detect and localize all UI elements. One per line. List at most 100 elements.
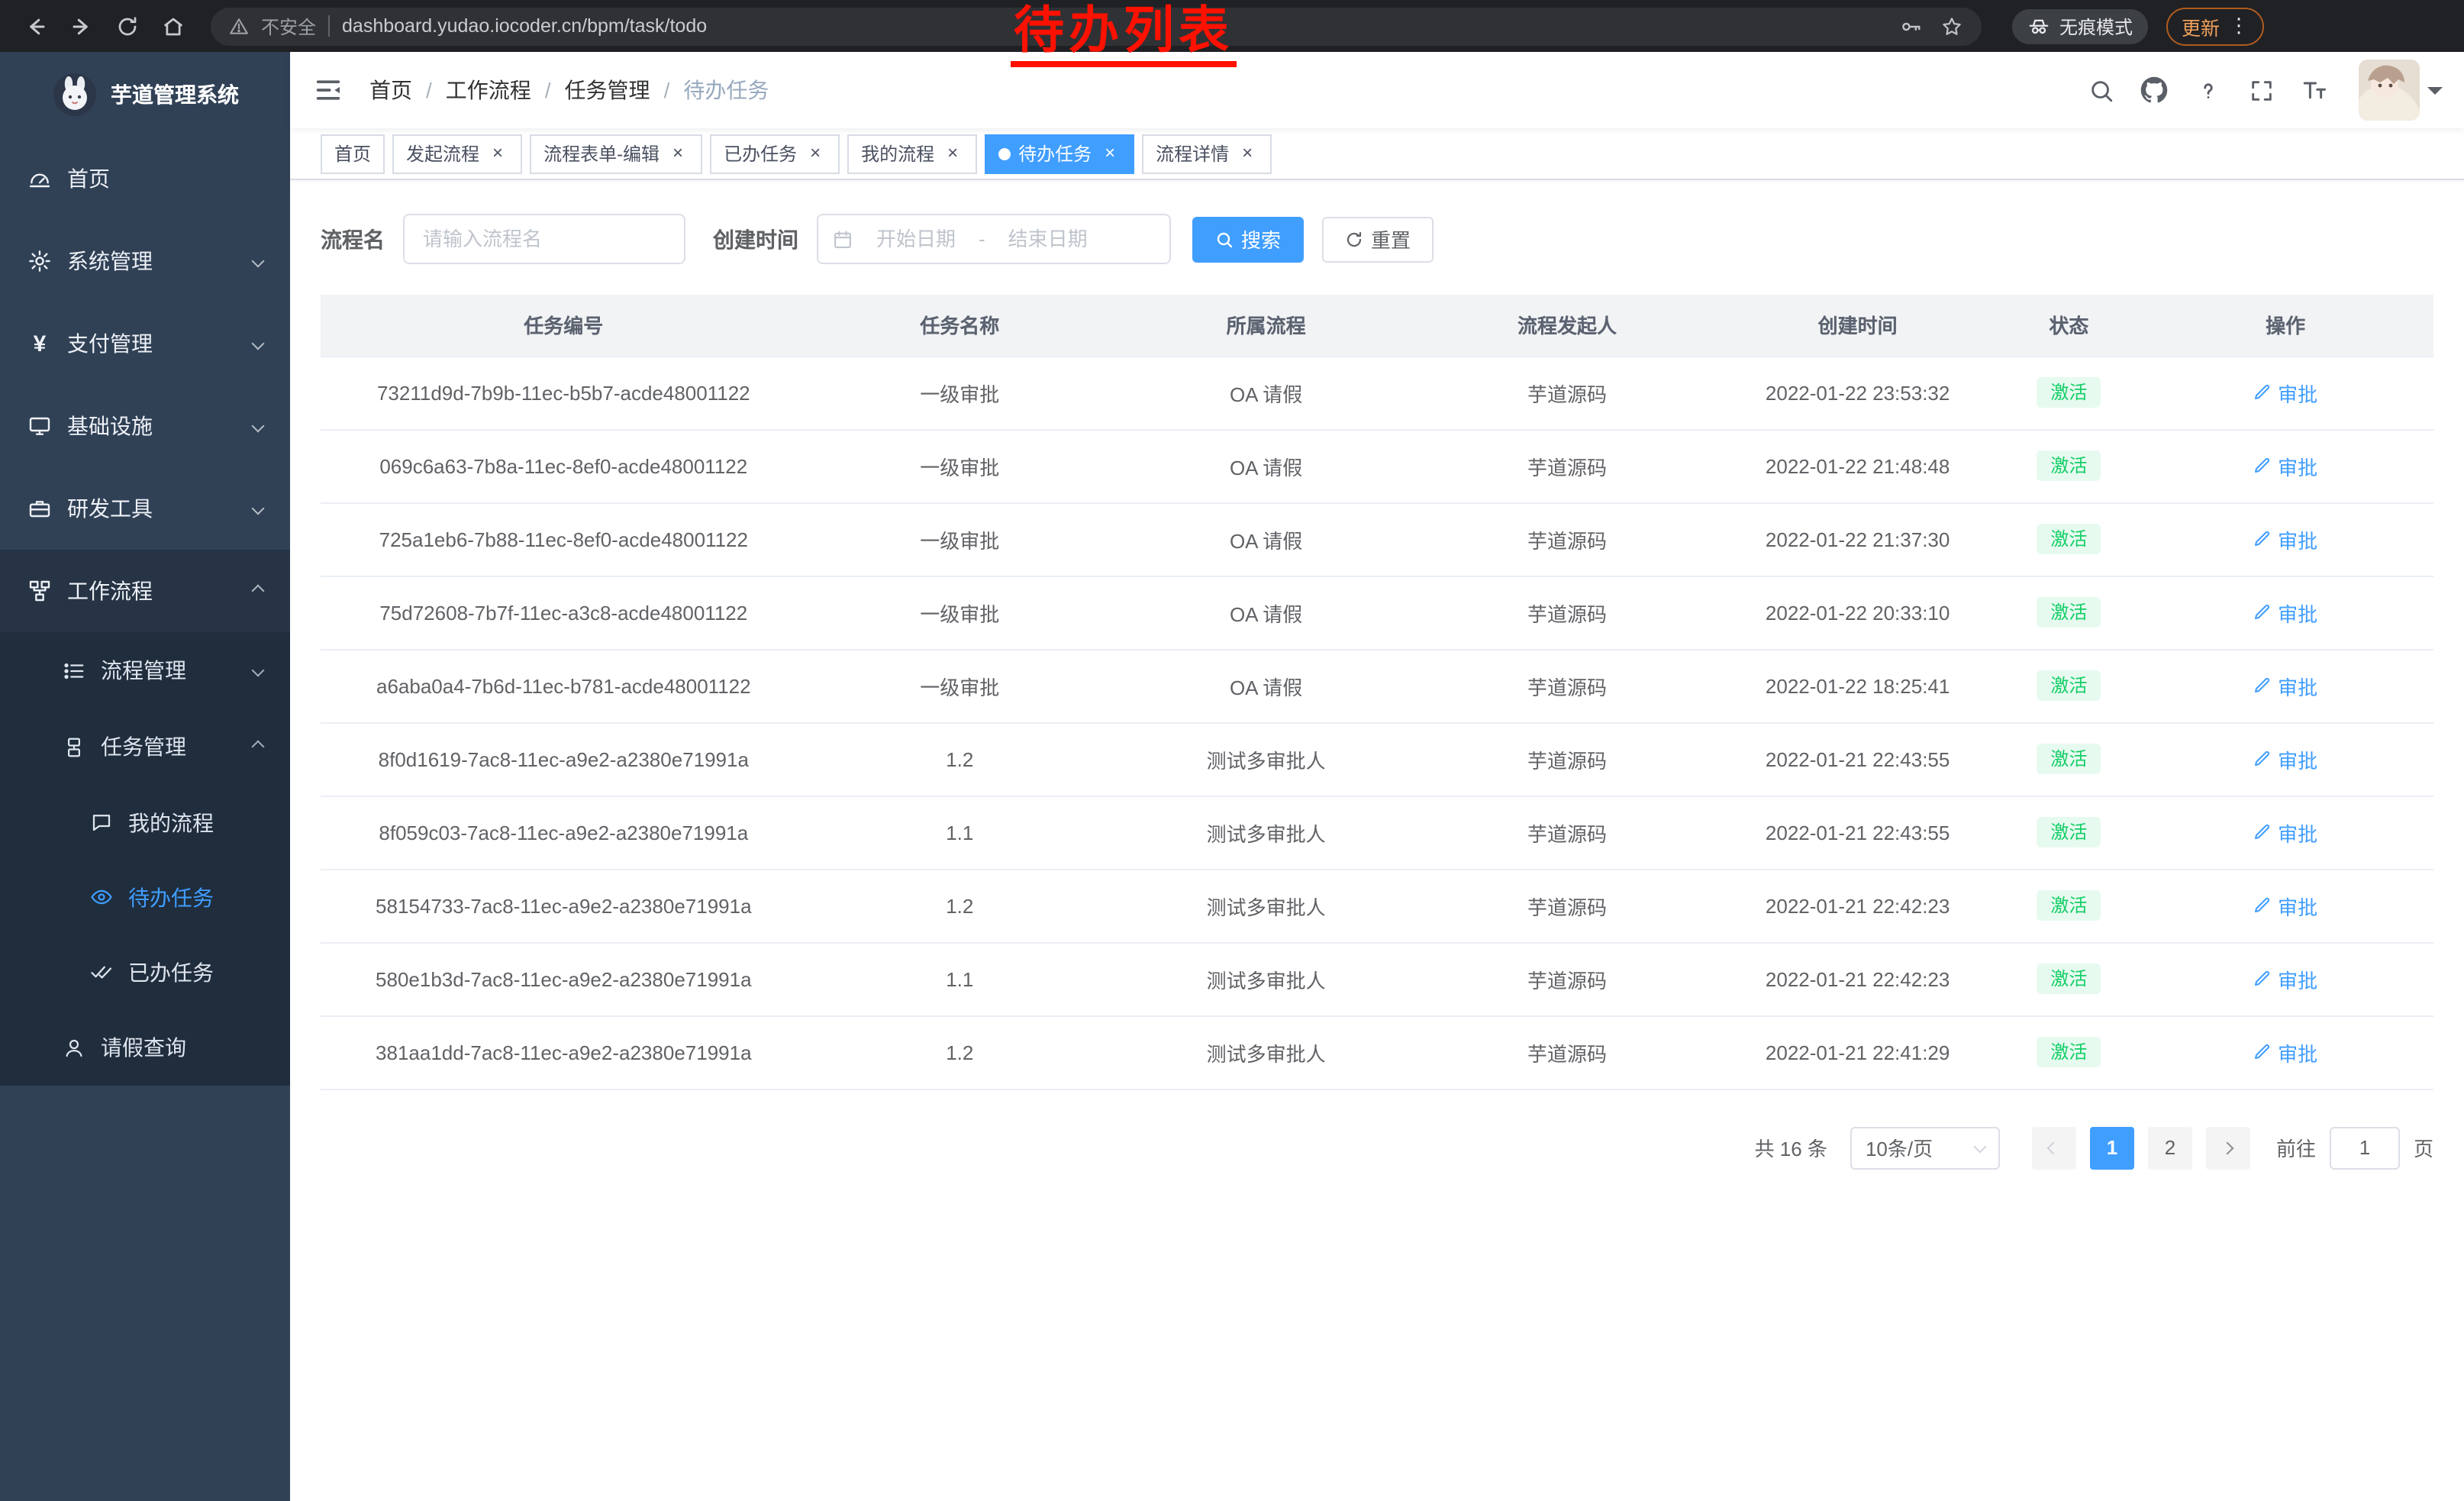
goto-page-input[interactable] xyxy=(2330,1126,2400,1169)
page-unit-label: 页 xyxy=(2414,1133,2433,1162)
cell-task-name: 1.2 xyxy=(807,1015,1113,1089)
reload-button[interactable] xyxy=(107,6,147,46)
page-button-2[interactable]: 2 xyxy=(2148,1126,2192,1169)
date-range-picker[interactable]: - xyxy=(817,214,1171,264)
avatar[interactable] xyxy=(2359,60,2420,121)
edit-icon xyxy=(2253,603,2272,621)
cell-starter: 芋道源码 xyxy=(1419,649,1715,722)
sidebar-item-task-mgmt[interactable]: 任务管理 xyxy=(0,709,290,785)
sidebar-item-leave-query[interactable]: 请假查询 xyxy=(0,1009,290,1086)
tab-home[interactable]: 首页 xyxy=(321,134,385,173)
sidebar-item-my-process[interactable]: 我的流程 xyxy=(0,785,290,860)
status-badge: 激活 xyxy=(2037,670,2101,701)
font-size-icon[interactable] xyxy=(2299,75,2330,105)
active-dot xyxy=(998,147,1011,160)
tab-process-form-edit[interactable]: 流程表单-编辑 × xyxy=(530,134,702,173)
gear-icon xyxy=(27,249,52,273)
close-icon[interactable]: × xyxy=(487,143,508,164)
date-range-separator: - xyxy=(979,228,985,250)
warning-icon xyxy=(229,16,249,36)
update-label[interactable]: 更新 xyxy=(2182,11,2220,40)
tab-todo-task[interactable]: 待办任务 × xyxy=(985,134,1134,173)
status-badge: 激活 xyxy=(2037,524,2101,554)
cell-starter: 芋道源码 xyxy=(1419,869,1715,942)
goto-label: 前往 xyxy=(2276,1133,2316,1162)
screen: 不安全 dashboard.yudao.iocoder.cn/bpm/task/… xyxy=(0,0,2464,1501)
end-date-input[interactable] xyxy=(992,228,1105,250)
approve-link[interactable]: 审批 xyxy=(2253,671,2317,700)
close-icon[interactable]: × xyxy=(805,143,826,164)
close-icon[interactable]: × xyxy=(667,143,689,164)
tab-my-process[interactable]: 我的流程 × xyxy=(847,134,977,173)
table-row: 725a1eb6-7b88-11ec-8ef0-acde48001122 一级审… xyxy=(321,502,2433,576)
close-icon[interactable]: × xyxy=(1099,143,1121,164)
sidebar-item-process-mgmt[interactable]: 流程管理 xyxy=(0,632,290,709)
cell-starter: 芋道源码 xyxy=(1419,796,1715,869)
next-page-button[interactable] xyxy=(2206,1126,2250,1169)
sidebar-item-home[interactable]: 首页 xyxy=(0,137,290,220)
close-icon[interactable]: × xyxy=(1237,143,1258,164)
approve-link[interactable]: 审批 xyxy=(2253,525,2317,554)
start-date-input[interactable] xyxy=(859,228,972,250)
back-button[interactable] xyxy=(15,6,55,46)
approve-link[interactable]: 审批 xyxy=(2253,964,2317,993)
cell-created: 2022-01-21 22:43:55 xyxy=(1715,722,2001,796)
approve-link[interactable]: 审批 xyxy=(2253,451,2317,480)
sidebar-item-todo-task[interactable]: 待办任务 xyxy=(0,860,290,934)
security-label[interactable]: 不安全 xyxy=(261,13,316,39)
cell-created: 2022-01-22 20:33:10 xyxy=(1715,576,2001,649)
url-text[interactable]: dashboard.yudao.iocoder.cn/bpm/task/todo xyxy=(342,15,707,37)
cell-task-id: 725a1eb6-7b88-11ec-8ef0-acde48001122 xyxy=(321,502,807,576)
approve-link[interactable]: 审批 xyxy=(2253,744,2317,773)
toolbox-icon xyxy=(27,496,52,521)
breadcrumb-task-mgmt[interactable]: 任务管理 xyxy=(565,75,650,105)
sidebar-item-payment[interactable]: ¥ 支付管理 xyxy=(0,302,290,385)
page-button-1[interactable]: 1 xyxy=(2090,1126,2134,1169)
status-badge: 激活 xyxy=(2037,890,2101,921)
page-size-select[interactable]: 10条/页 xyxy=(1850,1126,2000,1169)
tab-start-process[interactable]: 发起流程 × xyxy=(392,134,522,173)
approve-link[interactable]: 审批 xyxy=(2253,818,2317,847)
sidebar-item-system[interactable]: 系统管理 xyxy=(0,220,290,302)
home-button[interactable] xyxy=(153,6,192,46)
col-process: 所属流程 xyxy=(1113,295,1419,356)
tab-process-detail[interactable]: 流程详情 × xyxy=(1142,134,1272,173)
forward-button[interactable] xyxy=(61,6,101,46)
prev-page-button[interactable] xyxy=(2032,1126,2076,1169)
sidebar-item-workflow[interactable]: 工作流程 xyxy=(0,550,290,632)
breadcrumb: 首页 / 工作流程 / 任务管理 / 待办任务 xyxy=(369,75,769,105)
cell-process: 测试多审批人 xyxy=(1113,1015,1419,1089)
password-key-icon[interactable] xyxy=(1899,15,1922,37)
github-icon[interactable] xyxy=(2139,75,2169,105)
sidebar-item-devtools[interactable]: 研发工具 xyxy=(0,467,290,550)
breadcrumb-separator: / xyxy=(545,78,551,102)
cell-created: 2022-01-21 22:42:23 xyxy=(1715,869,2001,942)
user-menu[interactable] xyxy=(2359,60,2443,121)
cell-process: 测试多审批人 xyxy=(1113,722,1419,796)
process-name-input[interactable] xyxy=(403,214,685,264)
table-row: 8f059c03-7ac8-11ec-a9e2-a2380e71991a 1.1… xyxy=(321,796,2433,869)
table-row: 580e1b3d-7ac8-11ec-a9e2-a2380e71991a 1.1… xyxy=(321,942,2433,1015)
search-button[interactable]: 搜索 xyxy=(1192,216,1304,262)
sidebar-item-infra[interactable]: 基础设施 xyxy=(0,385,290,467)
reset-button[interactable]: 重置 xyxy=(1322,216,1434,262)
search-icon[interactable] xyxy=(2085,75,2116,105)
approve-link[interactable]: 审批 xyxy=(2253,1038,2317,1067)
approve-link[interactable]: 审批 xyxy=(2253,891,2317,920)
sidebar-item-done-task[interactable]: 已办任务 xyxy=(0,934,290,1009)
breadcrumb-home[interactable]: 首页 xyxy=(369,75,412,105)
tab-done-task[interactable]: 已办任务 × xyxy=(710,134,840,173)
table-row: 58154733-7ac8-11ec-a9e2-a2380e71991a 1.2… xyxy=(321,869,2433,942)
close-icon[interactable]: × xyxy=(942,143,963,164)
browser-menu-icon[interactable]: ⋮ xyxy=(2229,14,2249,38)
fullscreen-icon[interactable] xyxy=(2246,75,2276,105)
breadcrumb-workflow[interactable]: 工作流程 xyxy=(446,75,531,105)
approve-link[interactable]: 审批 xyxy=(2253,378,2317,407)
bookmark-star-icon[interactable] xyxy=(1940,15,1963,37)
cell-task-name: 一级审批 xyxy=(807,649,1113,722)
approve-link[interactable]: 审批 xyxy=(2253,598,2317,627)
chrome-update-button[interactable]: 更新 ⋮ xyxy=(2166,7,2264,45)
sidebar-collapse-icon[interactable] xyxy=(311,73,345,107)
todo-task-table: 任务编号 任务名称 所属流程 流程发起人 创建时间 状态 操作 73211d9d… xyxy=(321,295,2433,1089)
help-icon[interactable] xyxy=(2192,75,2223,105)
